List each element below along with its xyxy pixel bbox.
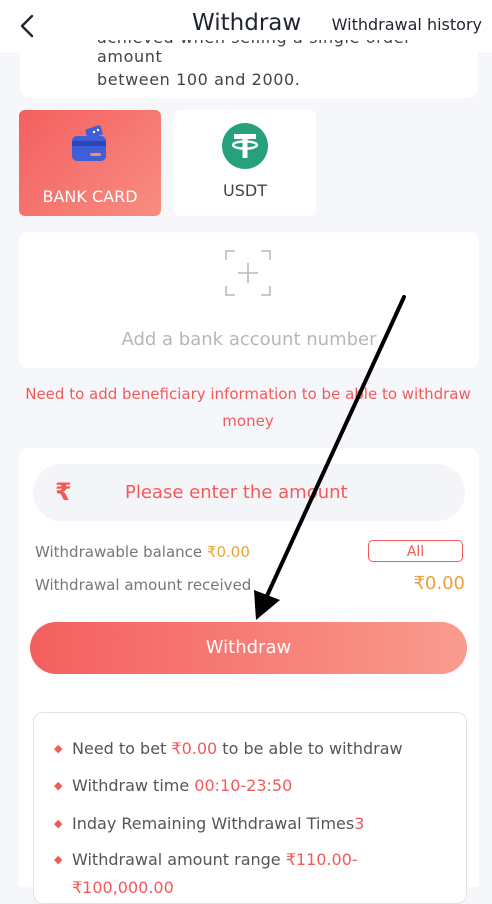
page-title: Withdraw xyxy=(192,10,302,36)
notice-card: achieved when selling a single order amo… xyxy=(20,40,478,98)
amount-received-value: ₹0.00 xyxy=(413,573,465,594)
tether-icon xyxy=(222,123,268,169)
rule-bet-text: Need to bet xyxy=(72,739,172,758)
rule-time-text: Withdraw time xyxy=(72,776,195,795)
withdraw-button[interactable]: Withdraw xyxy=(30,622,467,674)
diamond-bullet-icon: ◆ xyxy=(54,779,63,792)
diamond-bullet-icon: ◆ xyxy=(54,817,63,830)
beneficiary-warning: Need to add beneficiary information to b… xyxy=(25,385,471,430)
rule-bet-suffix: to be able to withdraw xyxy=(217,739,403,758)
rule-remaining-text: Inday Remaining Withdrawal Times xyxy=(72,814,355,833)
method-bank-card[interactable]: BANK CARD xyxy=(19,110,161,216)
withdrawable-balance-label: Withdrawable balance xyxy=(35,543,207,561)
rule-remaining-value: 3 xyxy=(354,814,365,833)
rule-bet-value: ₹0.00 xyxy=(171,739,218,758)
notice-line-2: between 100 and 2000. xyxy=(97,70,301,89)
rule-range: ◆ Withdrawal amount range ₹110.00- xyxy=(54,850,358,869)
diamond-bullet-icon: ◆ xyxy=(54,853,63,866)
back-arrow-icon[interactable] xyxy=(14,12,42,40)
add-plus-icon xyxy=(225,250,271,296)
rule-bet: ◆ Need to bet ₹0.00 to be able to withdra… xyxy=(54,739,403,758)
amount-placeholder: Please enter the amount xyxy=(125,482,348,503)
withdraw-rules: ◆ Need to bet ₹0.00 to be able to withdra… xyxy=(33,712,467,904)
add-bank-account-label: Add a bank account number xyxy=(121,329,377,350)
method-usdt[interactable]: USDT xyxy=(174,110,316,216)
rule-range-value: ₹110.00- xyxy=(285,850,358,869)
rule-range-text: Withdrawal amount range xyxy=(72,850,286,869)
withdrawable-balance-value: ₹0.00 xyxy=(206,543,250,561)
withdrawable-balance-row: Withdrawable balance ₹0.00 xyxy=(35,543,250,561)
method-usdt-label: USDT xyxy=(223,181,267,200)
method-bank-card-label: BANK CARD xyxy=(42,187,138,206)
add-bank-account-card[interactable]: Add a bank account number xyxy=(19,232,479,368)
notice-line-1: achieved when selling a single order amo… xyxy=(97,40,411,66)
rupee-icon: ₹ xyxy=(55,478,72,506)
bank-card-icon xyxy=(72,125,106,161)
rule-time: ◆ Withdraw time 00:10-23:50 xyxy=(54,776,292,795)
amount-card: ₹ Please enter the amount Withdrawable b… xyxy=(19,448,479,904)
diamond-bullet-icon: ◆ xyxy=(54,742,63,755)
amount-input[interactable]: ₹ Please enter the amount xyxy=(33,464,465,521)
amount-received-label: Withdrawal amount received xyxy=(35,576,252,594)
rule-time-value: 00:10-23:50 xyxy=(194,776,293,795)
rule-range-value-2: ₹100,000.00 xyxy=(72,878,174,897)
all-button[interactable]: All xyxy=(368,540,463,562)
rule-remaining: ◆ Inday Remaining Withdrawal Times3 xyxy=(54,814,364,833)
withdrawal-history-link[interactable]: Withdrawal history xyxy=(332,15,482,34)
